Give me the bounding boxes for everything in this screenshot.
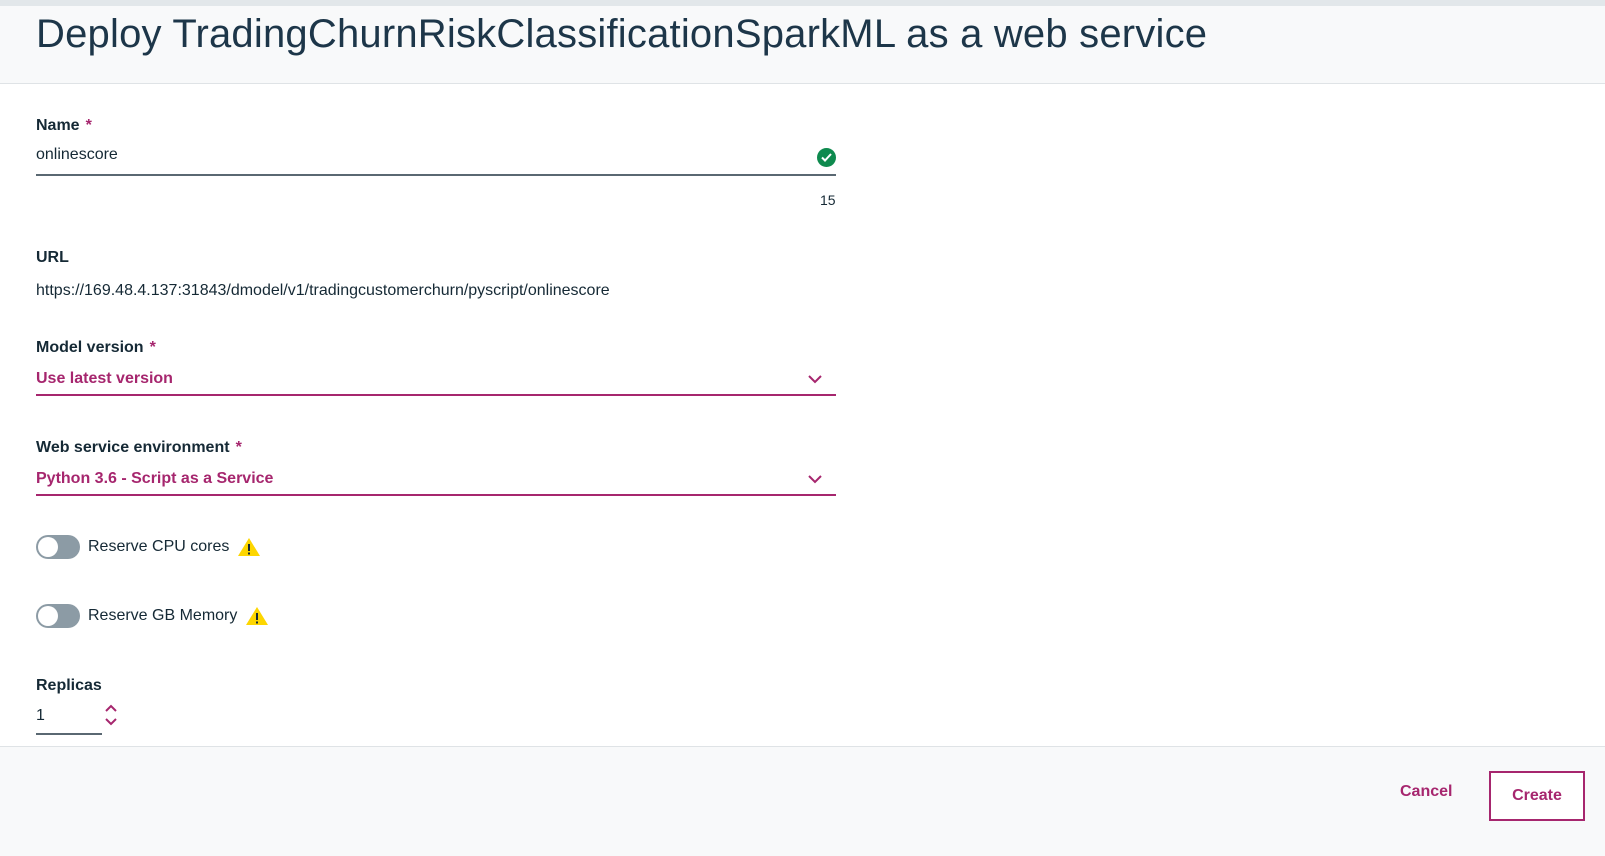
name-label: Name *: [36, 117, 92, 135]
create-button[interactable]: Create: [1489, 771, 1585, 821]
page-header: Deploy TradingChurnRiskClassificationSpa…: [0, 0, 1605, 84]
title-suffix: as a web service: [906, 12, 1208, 56]
environment-label: Web service environment *: [36, 439, 242, 457]
reserve-cpu-label: Reserve CPU cores: [88, 538, 230, 555]
name-field[interactable]: [36, 142, 836, 176]
check-circle-icon: [817, 148, 836, 167]
reserve-cpu-row: Reserve CPU cores: [36, 535, 261, 559]
url-value: https://169.48.4.137:31843/dmodel/v1/tra…: [36, 282, 610, 299]
url-label-text: URL: [36, 249, 69, 266]
reserve-memory-label: Reserve GB Memory: [88, 607, 238, 624]
name-label-text: Name: [36, 117, 80, 134]
modal-footer: Cancel Create: [0, 746, 1605, 856]
required-marker: *: [235, 439, 242, 456]
model-version-select[interactable]: Use latest version: [36, 366, 836, 396]
chevron-up-icon[interactable]: [104, 703, 118, 713]
url-label: URL: [36, 249, 69, 267]
model-version-label: Model version *: [36, 339, 156, 357]
environment-value: Python 3.6 - Script as a Service: [36, 470, 274, 487]
environment-select[interactable]: Python 3.6 - Script as a Service: [36, 466, 836, 496]
page-title: Deploy TradingChurnRiskClassificationSpa…: [36, 12, 1207, 57]
model-version-value: Use latest version: [36, 370, 173, 387]
title-prefix: Deploy: [36, 12, 162, 56]
replicas-label-text: Replicas: [36, 677, 102, 694]
reserve-cpu-toggle[interactable]: [36, 535, 80, 559]
reserve-memory-row: Reserve GB Memory: [36, 604, 269, 628]
model-version-label-text: Model version: [36, 339, 144, 356]
warning-icon: [238, 538, 261, 556]
toggle-knob: [38, 606, 58, 626]
cancel-button[interactable]: Cancel: [1400, 783, 1452, 801]
toggle-knob: [38, 537, 58, 557]
required-marker: *: [149, 339, 156, 356]
replicas-stepper: [36, 703, 117, 735]
required-marker: *: [85, 117, 92, 134]
character-count: 15: [820, 192, 836, 208]
replicas-label: Replicas: [36, 677, 102, 695]
warning-icon: [246, 607, 269, 625]
replicas-input[interactable]: [36, 707, 76, 725]
model-name: TradingChurnRiskClassificationSparkML: [172, 12, 895, 56]
chevron-down-icon: [808, 475, 822, 484]
name-input[interactable]: [36, 146, 796, 164]
chevron-down-icon: [808, 375, 822, 384]
environment-label-text: Web service environment: [36, 439, 230, 456]
reserve-memory-toggle[interactable]: [36, 604, 80, 628]
chevron-down-icon[interactable]: [104, 717, 118, 727]
